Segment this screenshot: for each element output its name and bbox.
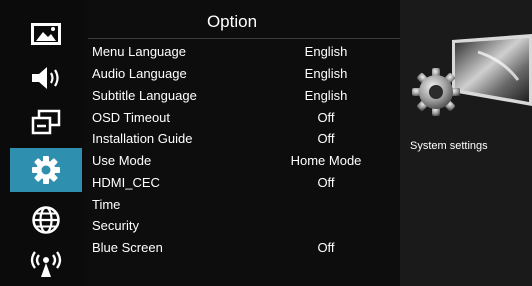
menu-item-label: HDMI_CEC [92,175,160,190]
menu-item-label: Installation Guide [92,131,193,146]
menu-item-label: Security [92,218,139,233]
menu-item-label: Menu Language [92,44,186,59]
menu-item-subtitle-language[interactable]: Subtitle Language English [92,85,392,107]
menu-item-label: OSD Timeout [92,110,171,125]
menu-item-value: English [304,66,348,81]
menu-item-value: Off [317,131,335,146]
title-divider [88,38,400,39]
menu-item-label: Subtitle Language [92,88,197,103]
sidebar-item-language[interactable] [10,198,82,242]
sidebar-item-channel[interactable] [10,100,82,144]
menu-item-label: Audio Language [92,66,187,81]
sidebar-item-network[interactable] [10,242,82,286]
menu-item-label: Time [92,197,121,212]
channel-source-icon [31,109,61,135]
menu-item-value: Off [317,110,335,125]
menu-item-menu-language[interactable]: Menu Language English [92,41,392,63]
globe-icon [32,206,60,234]
picture-icon [31,23,61,45]
antenna-icon [30,251,62,277]
info-caption: System settings [410,140,488,152]
info-pane: System settings [400,0,532,286]
menu-item-blue-screen[interactable]: Blue Screen Off [92,237,392,259]
category-sidebar [0,0,84,286]
option-menu-panel: Option Menu Language English Audio Langu… [84,0,400,286]
menu-item-installation-guide[interactable]: Installation Guide Off [92,128,392,150]
gear-icon [32,156,60,184]
panel-title: Option [206,12,258,31]
sidebar-item-sound[interactable] [10,56,82,100]
menu-item-security[interactable]: Security [92,215,392,237]
sidebar-item-system[interactable] [10,148,82,192]
sidebar-item-picture[interactable] [10,12,82,56]
menu-item-value: English [304,88,348,103]
menu-item-label: Blue Screen [92,240,163,255]
menu-item-osd-timeout[interactable]: OSD Timeout Off [92,107,392,129]
sound-icon [32,67,59,89]
menu-item-value: Off [317,175,335,190]
menu-item-value: English [304,44,348,59]
menu-item-audio-language[interactable]: Audio Language English [92,63,392,85]
menu-item-value: Off [317,240,335,255]
system-settings-illustration [412,34,532,116]
menu-item-hdmi-cec[interactable]: HDMI_CEC Off [92,172,392,194]
menu-item-value: Home Mode [290,153,362,168]
menu-item-use-mode[interactable]: Use Mode Home Mode [92,150,392,172]
menu-item-label: Use Mode [92,153,152,168]
menu-item-time[interactable]: Time [92,194,392,216]
